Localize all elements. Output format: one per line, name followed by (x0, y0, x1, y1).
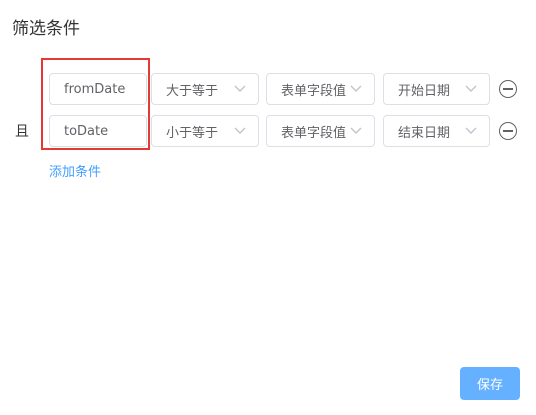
operator-select-row1[interactable]: 大于等于 (151, 73, 259, 105)
remove-condition-icon[interactable] (499, 80, 517, 98)
chevron-down-icon (234, 127, 246, 134)
chevron-down-icon (350, 127, 362, 134)
operator-select-text: 大于等于 (166, 83, 219, 99)
value-type-select-row2[interactable]: 表单字段值 (266, 115, 375, 147)
value-select-row2[interactable]: 结束日期 (383, 115, 490, 147)
logic-and-label: 且 (15, 124, 29, 140)
operator-select-text: 小于等于 (166, 125, 219, 141)
highlight-box (41, 58, 150, 150)
value-type-select-text: 表单字段值 (281, 83, 347, 99)
chevron-down-icon (465, 85, 477, 92)
value-select-text: 开始日期 (398, 83, 451, 99)
dialog-title: 筛选条件 (12, 19, 80, 39)
value-type-select-row1[interactable]: 表单字段值 (266, 73, 375, 105)
chevron-down-icon (234, 85, 246, 92)
operator-select-row2[interactable]: 小于等于 (151, 115, 259, 147)
value-type-select-text: 表单字段值 (281, 125, 347, 141)
value-select-row1[interactable]: 开始日期 (383, 73, 490, 105)
save-button[interactable]: 保存 (460, 367, 520, 400)
chevron-down-icon (350, 85, 362, 92)
remove-condition-icon[interactable] (499, 122, 517, 140)
value-select-text: 结束日期 (398, 125, 451, 141)
chevron-down-icon (465, 127, 477, 134)
add-condition-link[interactable]: 添加条件 (49, 161, 101, 180)
